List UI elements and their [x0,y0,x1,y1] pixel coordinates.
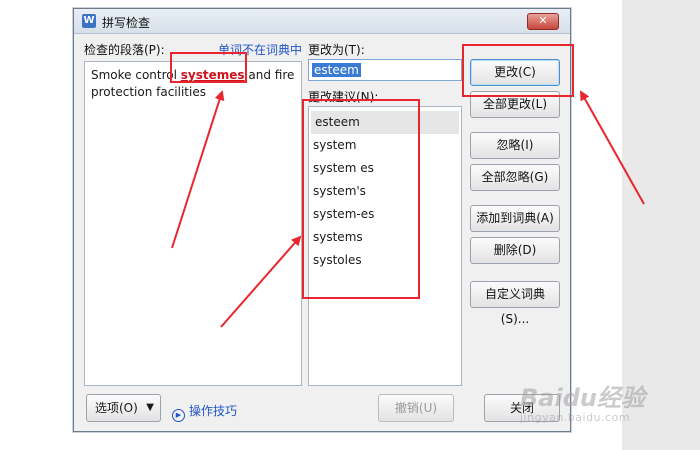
highlight-box-change-button [462,44,574,97]
highlight-box-error-word [170,52,247,83]
watermark-brand: Baidu经验 [520,384,645,412]
arrow-to-change-button [580,90,645,205]
baidu-watermark: Baidu经验 jingyan.baidu.com [520,378,645,424]
arrow-to-error-word [171,90,225,249]
highlight-box-suggestions [302,99,420,299]
arrow-to-suggestions [220,235,302,328]
watermark-url: jingyan.baidu.com [520,411,631,424]
